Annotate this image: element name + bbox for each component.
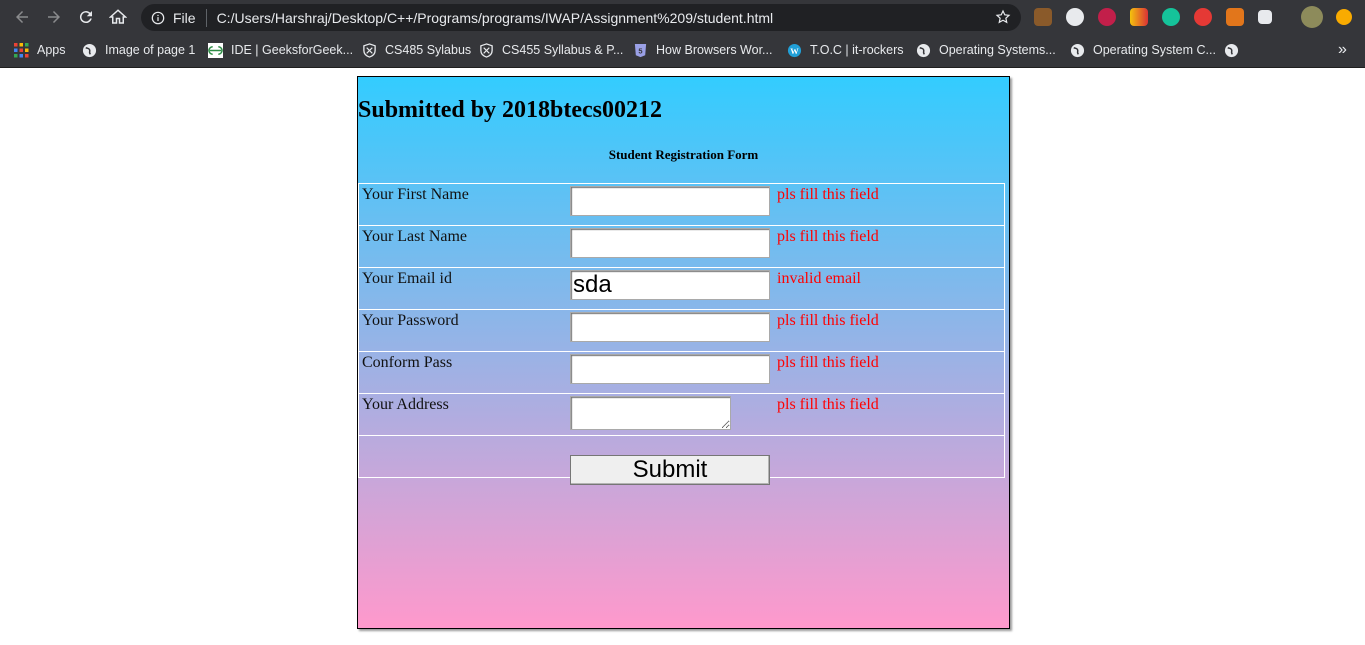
bookmark-label: Apps <box>37 43 66 57</box>
last-name-error: pls fill this field <box>777 228 879 245</box>
confirm-password-row: Conform Pass pls fill this field <box>359 352 1004 394</box>
svg-text:W: W <box>790 45 799 55</box>
email-row: Your Email id invalid email <box>359 268 1004 310</box>
confirm-password-error: pls fill this field <box>777 354 879 371</box>
shield-icon <box>480 42 493 58</box>
submit-row: Submit <box>359 436 1004 485</box>
confirm-password-label: Conform Pass <box>362 354 453 371</box>
address-textarea[interactable] <box>570 396 731 430</box>
url-text[interactable]: C:/Users/Harshraj/Desktop/C++/Programs/p… <box>217 10 774 26</box>
reload-icon <box>79 11 92 24</box>
geeksforgeeks-icon <box>208 42 223 58</box>
bookmark-how-browsers-work[interactable]: 5 How Browsers Wor... <box>633 40 772 60</box>
bookmarks-bar: Apps Image of page 1 IDE | GeeksforGeek.… <box>0 36 1365 64</box>
password-label: Your Password <box>362 312 459 329</box>
bookmark-operating-system-c[interactable]: Operating System C... <box>1070 40 1216 60</box>
bookmark-toc-it-rockers[interactable]: W T.O.C | it-rockers <box>787 40 904 60</box>
first-name-label: Your First Name <box>362 186 469 203</box>
bookmark-image-of-page[interactable]: Image of page 1 <box>82 40 195 60</box>
first-name-row: Your First Name pls fill this field <box>359 184 1004 226</box>
address-error: pls fill this field <box>777 396 879 413</box>
last-name-input[interactable] <box>570 228 770 258</box>
email-label: Your Email id <box>362 270 452 287</box>
extension-circle-icon[interactable] <box>1066 8 1084 26</box>
chrome-divider <box>0 67 1365 68</box>
bookmark-apps[interactable]: Apps <box>14 40 66 60</box>
update-alert-icon[interactable] <box>1336 9 1352 25</box>
globe-icon <box>82 43 97 57</box>
home-icon <box>109 9 127 24</box>
bookmark-label: Image of page 1 <box>105 43 196 57</box>
address-label: Your Address <box>362 396 449 413</box>
password-input[interactable] <box>570 312 770 342</box>
arrow-right-icon <box>48 11 60 23</box>
globe-icon <box>1224 43 1239 57</box>
url-scheme-label: File <box>173 9 196 26</box>
form-title: Student Registration Form <box>608 147 759 162</box>
bookmark-operating-systems[interactable]: Operating Systems... <box>916 40 1056 60</box>
address-row: Your Address pls fill this field <box>359 394 1004 436</box>
extension-hand-icon[interactable] <box>1194 8 1212 26</box>
globe-icon <box>916 43 931 57</box>
url-separator <box>205 8 207 27</box>
last-name-label: Your Last Name <box>362 228 468 245</box>
bookmark-geeksforgeeks[interactable]: IDE | GeeksforGeek... <box>208 40 353 60</box>
browser-chrome: File C:/Users/Harshraj/Desktop/C++/Progr… <box>0 0 1365 68</box>
back-button[interactable] <box>10 5 34 29</box>
extension-batman-icon[interactable] <box>1034 8 1052 26</box>
grammarly-icon[interactable] <box>1162 8 1180 26</box>
html5-icon: 5 <box>634 43 647 57</box>
forward-button[interactable] <box>42 5 66 29</box>
registration-form-table: Your First Name pls fill this field Your… <box>358 183 1005 485</box>
password-error: pls fill this field <box>777 312 879 329</box>
bookmark-label: How Browsers Wor... <box>656 43 773 57</box>
browser-toolbar: File C:/Users/Harshraj/Desktop/C++/Progr… <box>0 0 1365 35</box>
extension-paw-icon[interactable] <box>1258 10 1272 24</box>
metamask-fox-icon[interactable] <box>1226 8 1244 26</box>
wordpress-icon: W <box>787 43 802 57</box>
info-icon[interactable] <box>151 11 165 25</box>
arrow-left-icon <box>16 11 28 23</box>
address-bar[interactable]: File C:/Users/Harshraj/Desktop/C++/Progr… <box>141 4 1021 31</box>
bookmark-label: T.O.C | it-rockers <box>810 43 904 57</box>
extension-w-icon[interactable] <box>1130 8 1148 26</box>
reload-button[interactable] <box>74 5 98 29</box>
bookmark-label: IDE | GeeksforGeek... <box>231 43 354 57</box>
svg-text:5: 5 <box>638 46 642 55</box>
bookmark-label: CS485 Sylabus <box>385 43 472 57</box>
email-error: invalid email <box>777 270 861 287</box>
bookmark-cs485[interactable]: CS485 Sylabus <box>362 40 471 60</box>
star-icon[interactable] <box>995 9 1011 25</box>
profile-avatar[interactable] <box>1301 6 1323 28</box>
page-heading: Submitted by 2018btecs00212 <box>358 97 663 123</box>
apps-grid-icon <box>14 42 29 57</box>
submit-button[interactable]: Submit <box>570 455 770 485</box>
bookmark-label: Operating System C... <box>1093 43 1216 57</box>
more-bookmarks-button[interactable]: » <box>1338 40 1347 60</box>
home-button[interactable] <box>106 5 130 29</box>
first-name-error: pls fill this field <box>777 186 879 203</box>
bookmark-label: CS455 Syllabus & P... <box>502 43 624 57</box>
bookmark-cs455[interactable]: CS455 Syllabus & P... <box>479 40 623 60</box>
extension-blocker-icon[interactable] <box>1098 8 1116 26</box>
registration-container: Submitted by 2018btecs00212 Student Regi… <box>357 76 1010 629</box>
first-name-input[interactable] <box>570 186 770 216</box>
password-row: Your Password pls fill this field <box>359 310 1004 352</box>
shield-icon <box>363 42 376 58</box>
last-name-row: Your Last Name pls fill this field <box>359 226 1004 268</box>
bookmark-globe-only[interactable] <box>1224 40 1247 60</box>
globe-icon <box>1070 43 1085 57</box>
confirm-password-input[interactable] <box>570 354 770 384</box>
bookmark-label: Operating Systems... <box>939 43 1056 57</box>
email-input[interactable] <box>570 270 770 300</box>
